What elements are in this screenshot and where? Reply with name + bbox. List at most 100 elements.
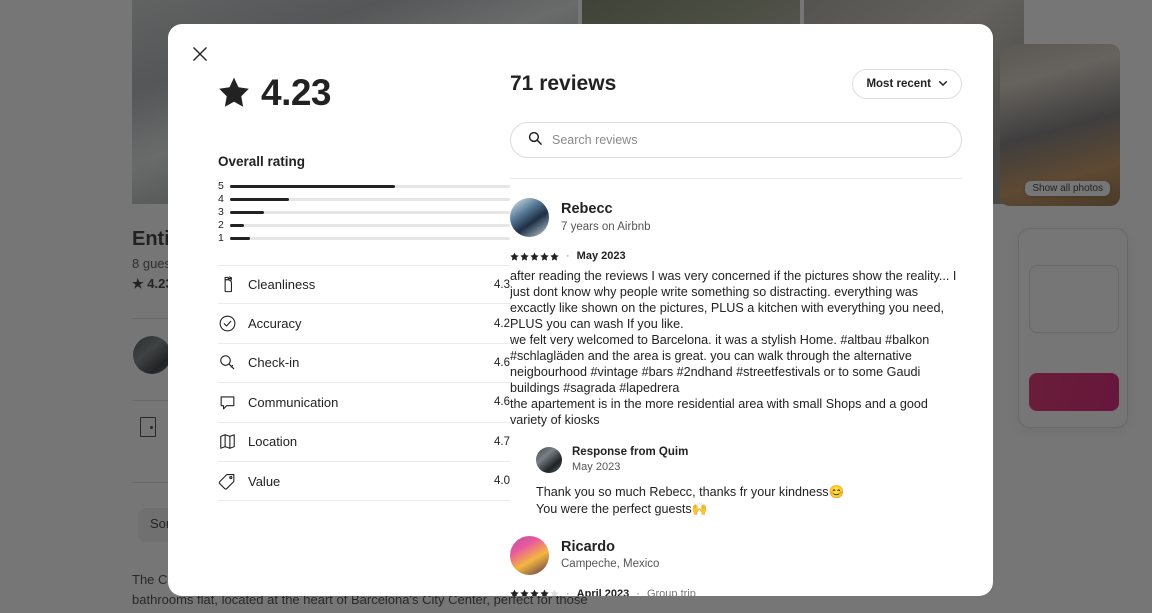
reviews-panel[interactable]: 71 reviews Most recent Rebecc 7 years on … — [510, 67, 993, 596]
rating-summary-panel: 4.23 Overall rating 54321 Cleanliness 4.3… — [218, 67, 510, 502]
category-row-location: Location 4.7 — [218, 423, 510, 462]
star-icon — [218, 76, 250, 108]
key-icon — [218, 353, 248, 372]
star-icon — [550, 251, 559, 261]
star-icon — [530, 589, 539, 596]
review-date: April 2023 — [576, 587, 630, 596]
search-icon — [528, 131, 542, 150]
rating-bar-fill — [230, 210, 264, 215]
review-rating-line: · April 2023 · Group trip — [510, 588, 962, 596]
chevron-down-icon — [938, 78, 948, 91]
category-label: Accuracy — [248, 316, 302, 332]
category-score: 4.3 — [494, 278, 510, 291]
category-row-communication: Communication 4.6 — [218, 383, 510, 423]
reviews-list: Rebecc 7 years on Airbnb · May 2023 after re… — [510, 179, 962, 596]
rating-distribution: 54321 — [218, 180, 510, 245]
category-row-value: Value 4.0 — [218, 462, 510, 502]
host-response-date: May 2023 — [572, 461, 621, 474]
avatar[interactable] — [510, 535, 549, 575]
rating-bar-4: 4 — [218, 193, 510, 206]
rating-separator: · — [566, 250, 570, 262]
host-response: Response from Quim May 2023 Thank you so m… — [536, 445, 962, 517]
search-input[interactable] — [552, 133, 944, 147]
overall-rating: 4.23 — [218, 67, 510, 117]
sort-dropdown[interactable]: Most recent — [852, 69, 962, 99]
spray-bottle-icon — [218, 275, 248, 294]
rating-bar-label: 3 — [218, 206, 224, 219]
reviews-count: 71 reviews — [510, 72, 617, 95]
rating-bar-label: 5 — [218, 180, 224, 193]
category-row-check-in: Check-in 4.6 — [218, 344, 510, 384]
rating-bar-track — [230, 197, 510, 202]
trip-separator: · — [636, 587, 640, 596]
review-body: after reading the reviews I was very con… — [510, 269, 957, 427]
reviewer-meta: 7 years on Airbnb — [561, 220, 651, 233]
star-rating — [510, 251, 559, 261]
reviewer-name: Rebecc — [561, 200, 613, 217]
search-reviews-field[interactable] — [510, 122, 962, 158]
host-response-body: Thank you so much Rebecc, thanks fr your… — [536, 485, 845, 516]
message-icon — [218, 393, 248, 412]
host-response-header: Response from Quim May 2023 — [536, 445, 962, 475]
star-rating — [510, 589, 559, 596]
category-score: 4.6 — [494, 396, 510, 409]
review-item: Rebecc 7 years on Airbnb · May 2023 after re… — [510, 179, 962, 517]
overall-rating-label: Overall rating — [218, 154, 306, 169]
rating-separator: · — [566, 587, 570, 596]
category-label: Value — [248, 473, 281, 489]
category-score: 4.7 — [494, 435, 510, 448]
reviews-modal: 4.23 Overall rating 54321 Cleanliness 4.3… — [168, 24, 993, 596]
close-icon[interactable] — [184, 38, 216, 70]
star-icon — [530, 251, 539, 261]
rating-bar-3: 3 — [218, 206, 510, 219]
rating-bar-fill — [230, 184, 396, 189]
rating-bar-2: 2 — [218, 219, 510, 232]
review-item: Ricardo Campeche, Mexico · April 2023 · Group… — [510, 517, 962, 596]
star-icon — [510, 589, 519, 596]
rating-bar-label: 2 — [218, 219, 224, 232]
rating-bar-label: 1 — [218, 232, 224, 245]
category-label: Check-in — [248, 355, 300, 371]
sort-dropdown-label: Most recent — [866, 78, 931, 90]
rating-bar-track — [230, 236, 510, 241]
reviewer-meta: Campeche, Mexico — [561, 558, 660, 571]
rating-bar-1: 1 — [218, 232, 510, 245]
rating-bar-5: 5 — [218, 180, 510, 193]
category-label: Communication — [248, 394, 339, 410]
avatar[interactable] — [536, 447, 562, 474]
category-ratings-list: Cleanliness 4.3 Accuracy 4.2 Check-in 4.6 Comm… — [218, 265, 510, 502]
host-response-name: Response from Quim — [572, 445, 689, 458]
star-icon — [520, 251, 529, 261]
rating-bar-fill — [230, 197, 289, 202]
category-row-cleanliness: Cleanliness 4.3 — [218, 265, 510, 305]
reviewer: Rebecc 7 years on Airbnb — [510, 198, 962, 237]
star-icon — [520, 589, 529, 596]
category-label: Cleanliness — [248, 277, 316, 293]
reviewer-name: Ricardo — [561, 538, 615, 555]
rating-bar-track — [230, 210, 510, 215]
rating-bar-fill — [230, 223, 244, 228]
rating-bar-label: 4 — [218, 193, 224, 206]
rating-bar-track — [230, 184, 510, 189]
rating-bar-fill — [230, 236, 250, 241]
star-icon — [550, 589, 559, 596]
star-icon — [510, 251, 519, 261]
category-label: Location — [248, 434, 298, 450]
overall-rating-value: 4.23 — [261, 71, 332, 113]
category-score: 4.6 — [494, 356, 510, 369]
review-date: May 2023 — [576, 250, 626, 262]
reviews-header: 71 reviews Most recent — [510, 67, 962, 101]
category-score: 4.0 — [494, 475, 510, 488]
tag-icon — [218, 472, 248, 491]
star-icon — [540, 589, 549, 596]
review-rating-line: · May 2023 — [510, 250, 962, 262]
map-icon — [218, 432, 248, 451]
rating-bar-track — [230, 223, 510, 228]
category-score: 4.2 — [494, 317, 510, 330]
check-circle-icon — [218, 314, 248, 333]
reviewer: Ricardo Campeche, Mexico — [510, 535, 962, 575]
review-trip-type: Group trip — [646, 587, 696, 596]
star-icon — [540, 251, 549, 261]
avatar[interactable] — [510, 198, 549, 237]
category-row-accuracy: Accuracy 4.2 — [218, 304, 510, 344]
